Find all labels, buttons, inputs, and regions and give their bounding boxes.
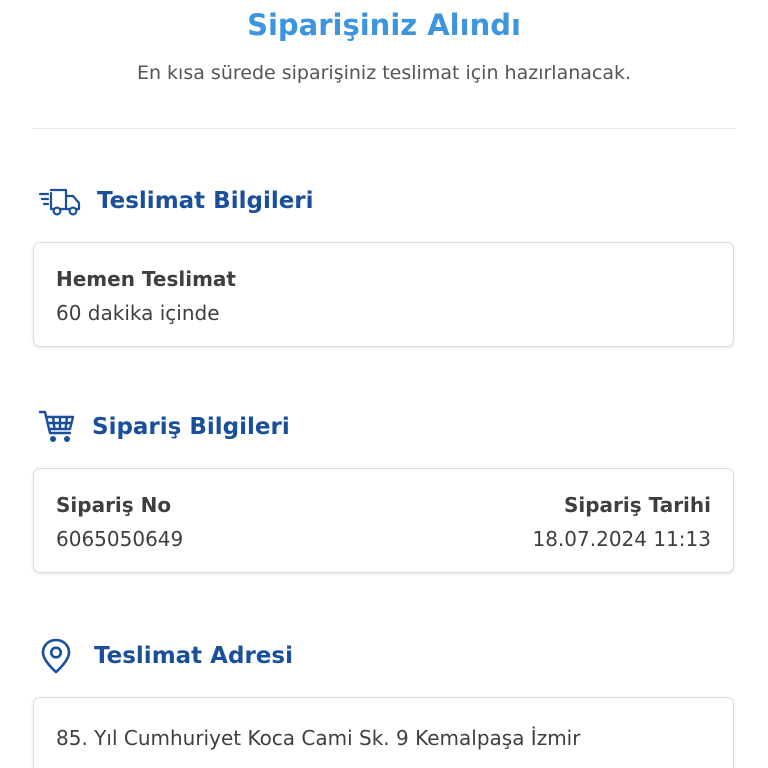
header-divider (33, 128, 736, 129)
delivery-address-card: 85. Yıl Cumhuriyet Koca Cami Sk. 9 Kemal… (33, 697, 734, 768)
page-subtitle: En kısa sürede siparişiniz teslimat için… (136, 62, 632, 84)
delivery-type-label: Hemen Teslimat (56, 267, 236, 291)
delivery-truck-icon (38, 181, 84, 221)
order-date-label: Sipariş Tarihi (563, 493, 711, 517)
order-info-title: Sipariş Bilgileri (92, 414, 290, 440)
delivery-info-card: Hemen Teslimat 60 dakika içinde (33, 242, 734, 347)
order-date-block: Sipariş Tarihi 18.07.2024 11:13 (532, 491, 711, 553)
order-number-label: Sipariş No (56, 493, 172, 517)
order-number-value: 6065050649 (56, 527, 184, 551)
shopping-cart-icon (38, 407, 84, 447)
delivery-time-value: 60 dakika içinde (56, 301, 220, 325)
order-info-card: Sipariş No 6065050649 Sipariş Tarihi 18.… (33, 468, 734, 573)
location-pin-icon (38, 636, 84, 676)
order-number-block: Sipariş No 6065050649 (56, 491, 183, 553)
order-info-header: Sipariş Bilgileri (38, 407, 290, 447)
delivery-address-value: 85. Yıl Cumhuriyet Koca Cami Sk. 9 Kemal… (56, 726, 581, 750)
order-date-value: 18.07.2024 11:13 (532, 527, 711, 551)
delivery-address-header: Teslimat Adresi (38, 636, 293, 676)
delivery-address-title: Teslimat Adresi (94, 643, 293, 669)
delivery-info-title: Teslimat Bilgileri (97, 188, 314, 214)
order-confirmation-page: Siparişiniz Alındı En kısa sürede sipari… (0, 0, 768, 768)
page-title: Siparişiniz Alındı (247, 8, 521, 42)
delivery-info-header: Teslimat Bilgileri (38, 181, 314, 221)
